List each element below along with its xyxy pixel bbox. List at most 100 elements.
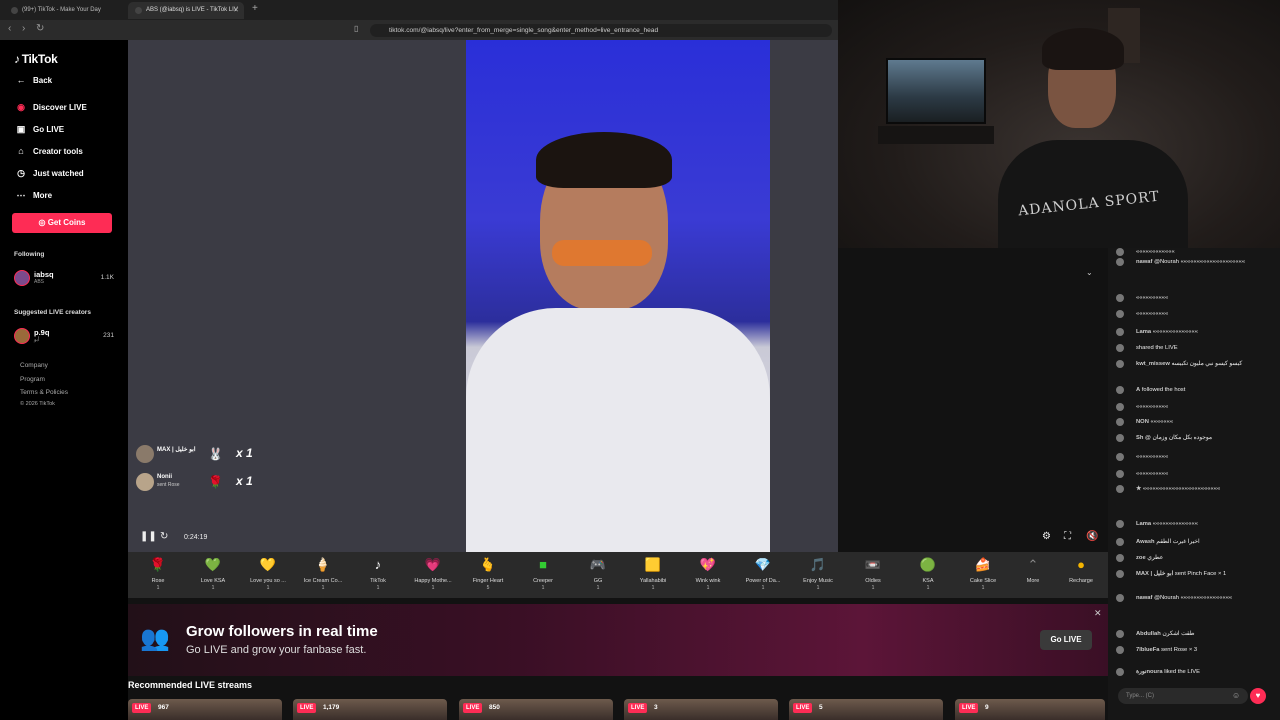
avatar[interactable] [1116, 434, 1124, 442]
chat-username[interactable]: nawaf [1136, 595, 1152, 601]
gift-cake-slice[interactable]: 🍰 Cake Slice 1 [958, 557, 1008, 591]
sidebar-item-just-watched[interactable]: ◷ Just watched [14, 166, 84, 180]
mute-icon[interactable]: 🔇 [1086, 531, 1098, 542]
settings-icon[interactable]: ⚙ [1042, 531, 1051, 542]
back-link[interactable]: ← Back [14, 73, 53, 87]
address-bar[interactable]: tiktok.com/@iabsq/live?enter_from_merge=… [370, 24, 832, 37]
chat-username[interactable]: nawaf [1136, 259, 1152, 265]
gift-rose[interactable]: 🌹 Rose 1 [133, 557, 183, 591]
chat-text: sent Pinch Face × 1 [1174, 571, 1227, 577]
close-icon[interactable]: ✕ [1094, 608, 1102, 619]
gift-ksa[interactable]: 🟢 KSA 1 [903, 557, 953, 591]
chat-username[interactable]: نورةnoura [1136, 669, 1163, 675]
avatar[interactable] [1116, 258, 1124, 266]
gift-ice-cream[interactable]: 🍦 Ice Cream Co... 1 [298, 557, 348, 591]
browser-tab-active[interactable]: ABS (@iabsq) is LIVE - TikTok LIV ✕ [128, 2, 244, 19]
recommended-stream-card[interactable]: LIVE 1,179 [293, 699, 447, 720]
chat-username[interactable]: zoe [1136, 555, 1146, 561]
gift-power-of-dance[interactable]: 💎 Power of Da... 1 [738, 557, 788, 591]
avatar[interactable] [1116, 538, 1124, 546]
gift-tiktok[interactable]: ♪ TikTok 1 [353, 557, 403, 591]
recommended-stream-card[interactable]: LIVE 967 [128, 699, 282, 720]
chat-username[interactable]: Lama [1136, 521, 1151, 527]
sidebar-item-creator-tools[interactable]: ⌂ Creator tools [14, 144, 83, 158]
avatar[interactable] [1116, 485, 1124, 493]
avatar[interactable] [1116, 360, 1124, 368]
gift-love-ksa[interactable]: 💚 Love KSA 1 [188, 557, 238, 591]
live-player[interactable]: MAX | ابو خليل 🐰 x 1 Nonii sent Rose 🌹 x… [128, 40, 1098, 552]
avatar[interactable] [1116, 570, 1124, 578]
chat-username[interactable]: Sh [1136, 435, 1143, 441]
avatar[interactable] [1116, 470, 1124, 478]
gift-creeper[interactable]: ■ Creeper 1 [518, 557, 568, 591]
chat-username[interactable]: ★ [1136, 486, 1141, 492]
recommended-stream-card[interactable]: LIVE 850 [459, 699, 613, 720]
gift-gg[interactable]: 🎮 GG 1 [573, 557, 623, 591]
avatar[interactable] [1116, 310, 1124, 318]
chat-username[interactable]: NON [1136, 419, 1149, 425]
get-coins-button[interactable]: ◎ Get Coins [12, 213, 112, 233]
avatar[interactable] [1116, 344, 1124, 352]
gift-happy-mothers[interactable]: 💗 Happy Mothe... 1 [408, 557, 458, 591]
avatar[interactable] [1116, 646, 1124, 654]
avatar[interactable] [1116, 403, 1124, 411]
recommended-stream-card[interactable]: LIVE 3 [624, 699, 778, 720]
following-account[interactable]: iabsq ABS 1.1K [14, 268, 114, 288]
forward-arrow-icon[interactable]: › [22, 23, 25, 34]
chat-username[interactable]: Lama [1136, 329, 1151, 335]
sidebar-item-more[interactable]: ⋯ More [14, 188, 53, 202]
chat-username[interactable]: 7lblueFa [1136, 647, 1160, 653]
live-video[interactable] [466, 40, 770, 552]
gift-love-you[interactable]: 💛 Love you so ... 1 [243, 557, 293, 591]
gift-more-button[interactable]: ⌃ More [1008, 557, 1058, 584]
avatar[interactable] [1116, 630, 1124, 638]
avatar[interactable] [1116, 328, 1124, 336]
chat-input[interactable]: Type... (C) [1118, 688, 1248, 704]
suggested-account[interactable]: p.9q أبو 231 [14, 326, 114, 346]
gift-oldies[interactable]: 📼 Oldies 1 [848, 557, 898, 591]
chat-message: «««««««««« [1116, 470, 1276, 478]
chat-username[interactable]: Abdullah [1136, 631, 1161, 637]
cake-icon: 🍰 [974, 557, 992, 572]
fullscreen-icon[interactable]: ⛶ [1064, 531, 1071, 542]
footer-program-link[interactable]: Program [20, 376, 45, 383]
reload-icon[interactable]: ↻ [36, 23, 44, 34]
tiktok-logo[interactable]: ♪ TikTok [14, 51, 59, 66]
go-live-button[interactable]: Go LIVE [1040, 630, 1092, 650]
chevron-down-icon[interactable]: ⌄ [1086, 268, 1093, 277]
chat-username[interactable]: A [1136, 387, 1140, 393]
refresh-icon[interactable]: ↻ [160, 531, 168, 542]
sidebar-item-discover-live[interactable]: ◉ Discover LIVE [14, 100, 87, 114]
close-tab-icon[interactable]: ✕ [233, 2, 239, 19]
gift-wink-wink[interactable]: 💖 Wink wink 1 [683, 557, 733, 591]
avatar[interactable] [1116, 520, 1124, 528]
avatar[interactable] [1116, 418, 1124, 426]
sidebar-item-go-live[interactable]: ▣ Go LIVE [14, 122, 64, 136]
recommended-stream-card[interactable]: LIVE 9 [955, 699, 1105, 720]
avatar[interactable] [1116, 294, 1124, 302]
recommended-stream-card[interactable]: LIVE 5 [789, 699, 943, 720]
new-tab-icon[interactable]: + [252, 3, 258, 14]
chat-username[interactable]: MAX | ابو خليل [1136, 571, 1173, 577]
avatar[interactable] [1116, 453, 1124, 461]
bookmark-icon[interactable]: ▯ [354, 24, 358, 33]
pause-icon[interactable]: ❚❚ [140, 531, 157, 542]
avatar[interactable] [1116, 594, 1124, 602]
avatar[interactable] [1116, 668, 1124, 676]
gift-finger-heart[interactable]: 🫰 Finger Heart 5 [463, 557, 513, 591]
avatar[interactable] [1116, 386, 1124, 394]
back-arrow-icon[interactable]: ‹ [8, 23, 11, 34]
chat-username[interactable]: kwt_missew [1136, 361, 1170, 367]
tab-title: (99+) TikTok - Make Your Day [22, 7, 101, 13]
browser-tab[interactable]: (99+) TikTok - Make Your Day [4, 2, 124, 19]
avatar[interactable] [1116, 248, 1124, 256]
emoji-icon[interactable]: ☺ [1232, 691, 1240, 700]
chat-username[interactable]: Awash [1136, 539, 1155, 545]
gift-enjoy-music[interactable]: 🎵 Enjoy Music 1 [793, 557, 843, 591]
footer-terms-link[interactable]: Terms & Policies [20, 389, 68, 396]
gift-yallahabibi[interactable]: 🟨 Yallahabibi 1 [628, 557, 678, 591]
footer-company-link[interactable]: Company [20, 362, 48, 369]
avatar[interactable] [1116, 554, 1124, 562]
recharge-button[interactable]: ● Recharge [1056, 557, 1106, 584]
heart-icon[interactable]: ♥ [1250, 688, 1266, 704]
